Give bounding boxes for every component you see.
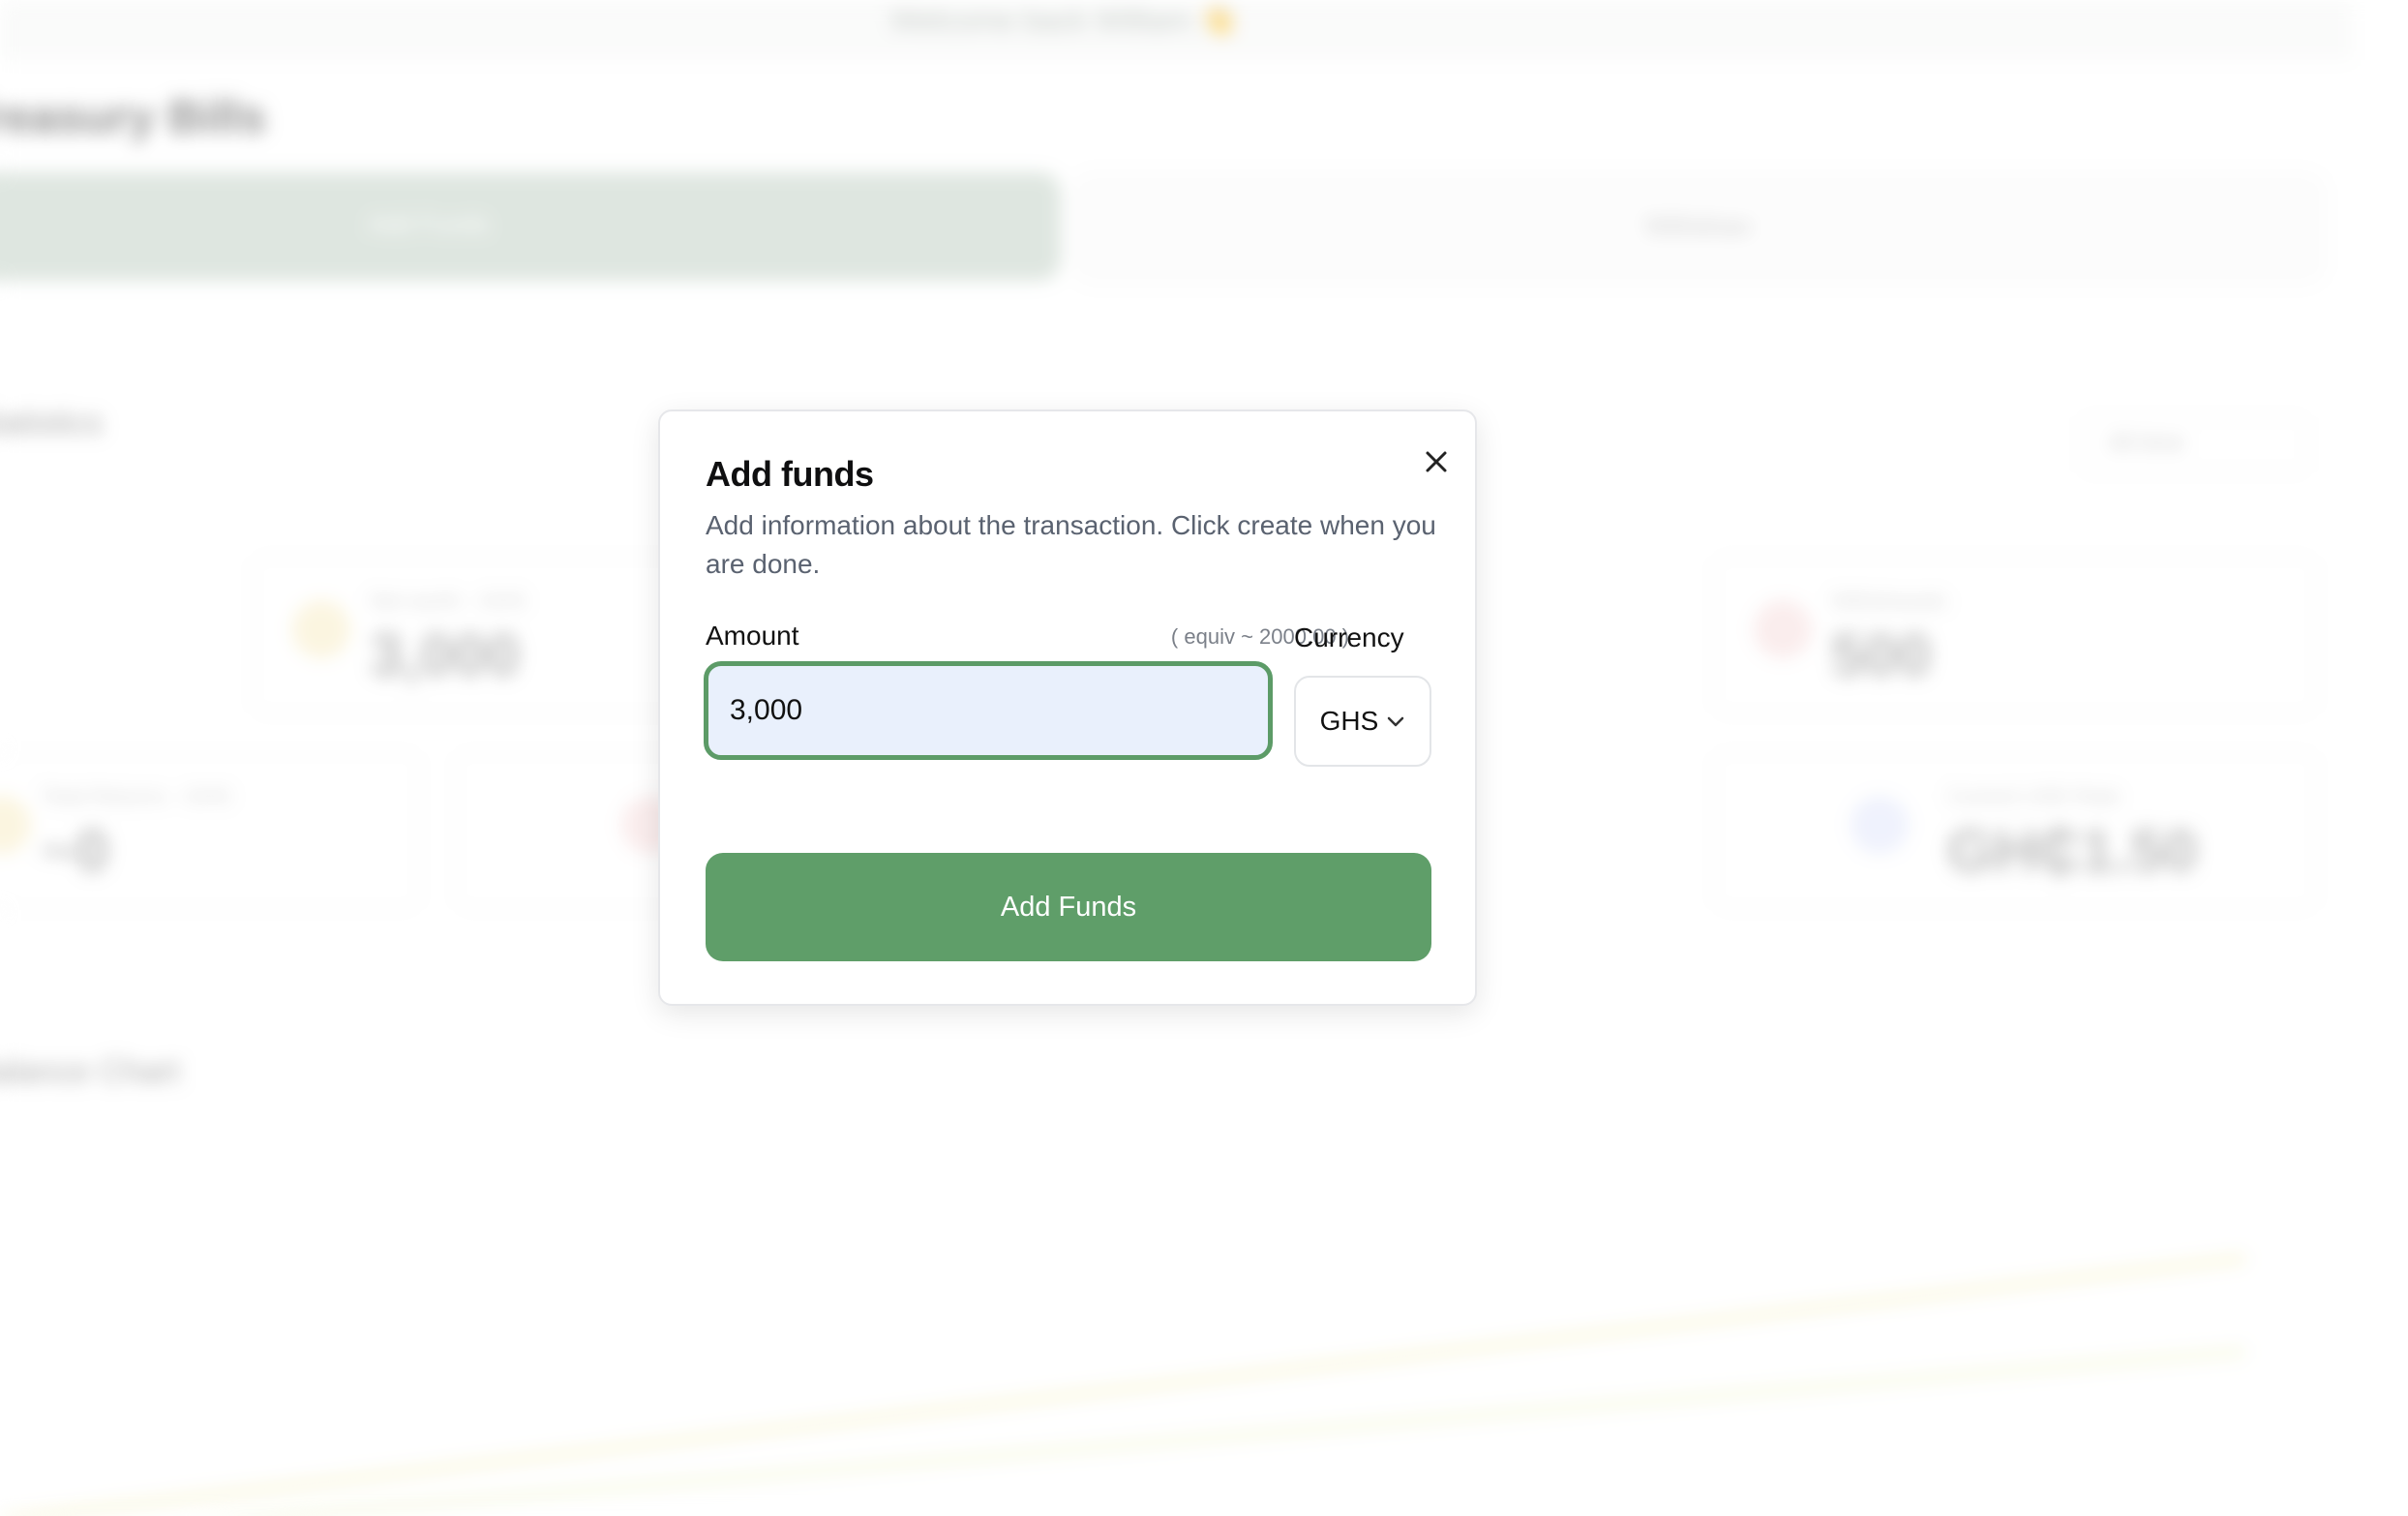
- page-title: Treasury Bills: [0, 92, 266, 143]
- time-filter-value: All time: [2108, 430, 2184, 456]
- add-funds-button[interactable]: Add Funds: [706, 853, 1431, 961]
- time-filter-select[interactable]: All time: [2081, 416, 2307, 472]
- stat-label: Total Returns - GHS: [41, 784, 231, 808]
- amount-input[interactable]: [704, 661, 1273, 760]
- currency-label: Currency: [1294, 622, 1404, 652]
- stat-label: Net worth - GHS: [370, 589, 527, 613]
- currency-value: GHS: [1319, 706, 1379, 736]
- currency-select[interactable]: GHS: [1294, 676, 1431, 767]
- tab-withdraw-label: Withdraw: [1645, 211, 1751, 240]
- stat-card-total-returns: Total Returns - GHS ~0: [0, 751, 420, 910]
- tab-add-funds-label: Add Funds: [368, 209, 490, 238]
- balance-chart-lines: [0, 1255, 2246, 1516]
- page: Welcome back William 👋 Treasury Bills Ad…: [0, 0, 2408, 1516]
- close-button[interactable]: [1417, 442, 1456, 481]
- dialog-description: Add information about the transaction. C…: [706, 510, 1436, 579]
- close-icon: [1426, 451, 1447, 472]
- welcome-text: Welcome back William: [890, 3, 1192, 37]
- withdraw-icon: [1754, 600, 1812, 658]
- dialog-title: Add funds: [706, 454, 874, 494]
- wave-icon: 👋: [1199, 3, 1238, 37]
- stat-value: ~0: [41, 818, 109, 885]
- welcome-message: Welcome back William 👋: [890, 2, 1237, 38]
- rate-icon: [1851, 796, 1909, 854]
- stat-value: GH₵1.50: [1947, 818, 2198, 885]
- stat-label: Current USD Rate: [1947, 784, 2121, 808]
- tab-add-funds[interactable]: Add Funds: [0, 172, 1061, 281]
- statistics-heading: Statistics: [0, 405, 104, 441]
- trend-icon: [292, 600, 350, 658]
- stat-card-usd-rate: Current USD Rate GH₵1.50: [1713, 751, 2317, 910]
- stat-value: 500: [1831, 622, 1932, 689]
- amount-label: Amount: [706, 621, 799, 651]
- chart-heading: Balance Chart: [0, 1053, 180, 1090]
- chevron-down-icon: [1388, 716, 1404, 727]
- stat-label: Withdrawals: [1831, 589, 1947, 613]
- returns-icon: [0, 796, 31, 854]
- add-funds-dialog: Add funds Add information about the tran…: [658, 409, 1477, 1006]
- stat-value: 3,000: [370, 622, 521, 689]
- tab-withdraw[interactable]: Withdraw: [1072, 172, 2325, 285]
- stat-card-withdrawals: Withdrawals 500: [1713, 556, 2317, 714]
